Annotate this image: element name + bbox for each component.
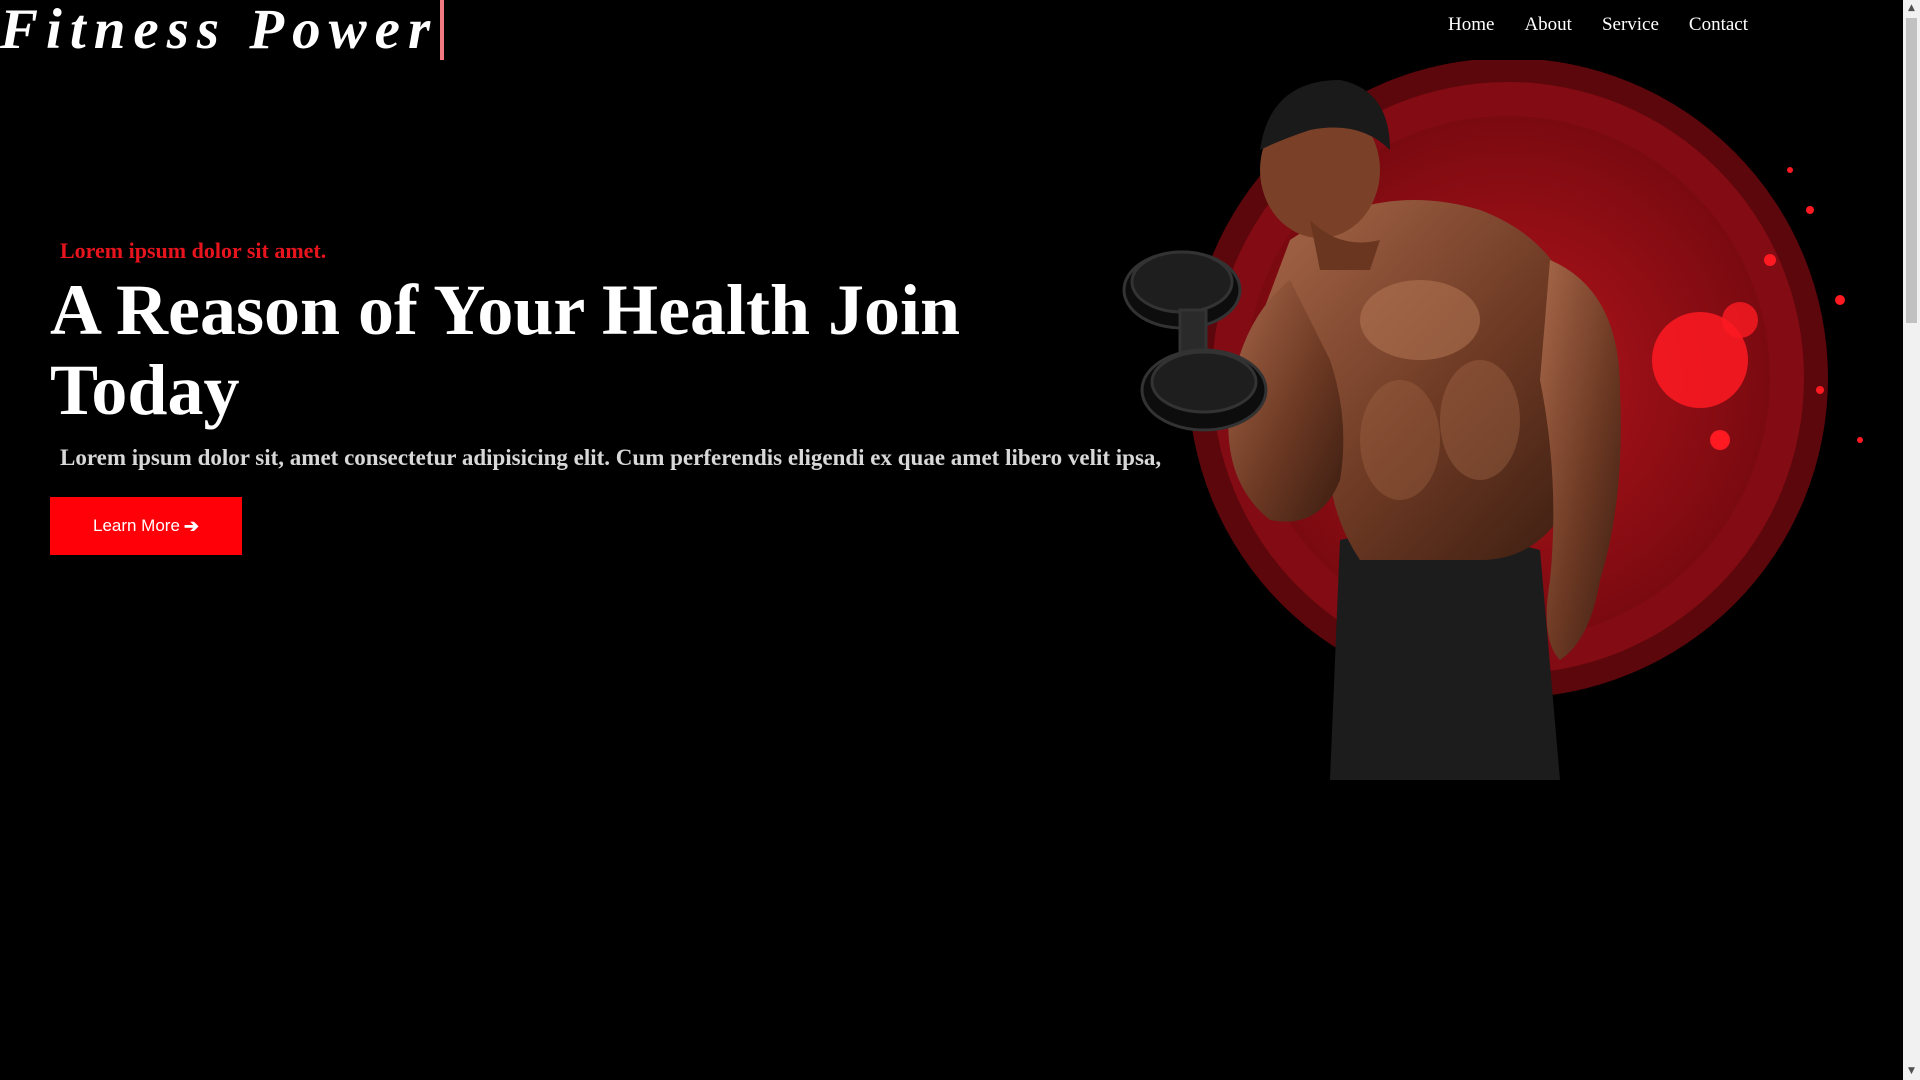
scroll-down-arrow-icon[interactable]: ▼ [1903, 1063, 1920, 1080]
arrow-right-icon: ➔ [183, 515, 200, 536]
nav-item-service[interactable]: Service [1602, 12, 1659, 38]
scrollbar-thumb[interactable] [1906, 18, 1917, 323]
scroll-up-arrow-icon[interactable]: ▲ [1903, 0, 1920, 17]
hero-title: A Reason of Your Health Join Today [50, 270, 961, 430]
learn-more-label: Learn More [92, 516, 180, 535]
page: Fitness Power Home About Service Contact… [0, 0, 1920, 1080]
hero-kicker: Lorem ipsum dolor sit amet. [60, 238, 327, 263]
hero-image [1122, 60, 1863, 780]
hero-description: Lorem ipsum dolor sit, amet consectetur … [60, 445, 1162, 470]
nav-item-contact[interactable]: Contact [1689, 12, 1748, 38]
learn-more-button[interactable]: Learn More ➔ [50, 497, 242, 555]
typing-cursor [440, 0, 445, 60]
main-nav: Home About Service Contact [1448, 12, 1778, 38]
nav-item-about[interactable]: About [1524, 12, 1572, 38]
vertical-scrollbar[interactable]: ▲ ▼ [1903, 0, 1920, 1080]
brand-name: Fitness Power [0, 0, 439, 61]
nav-item-home[interactable]: Home [1448, 12, 1494, 38]
brand-logo[interactable]: Fitness Power [0, 0, 445, 61]
